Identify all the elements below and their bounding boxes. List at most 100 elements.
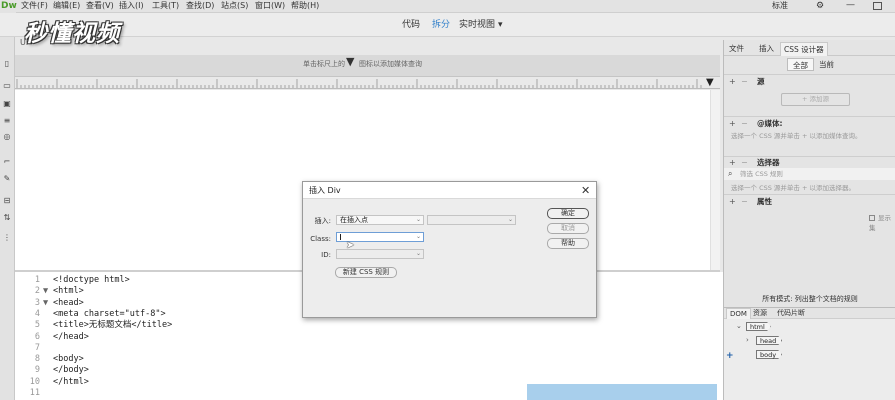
file-icon[interactable]: ▭ [2,81,12,91]
chevron-right-icon[interactable]: › [746,336,749,345]
fold-arrow-icon[interactable]: ▼ [43,286,48,297]
add-source-icon[interactable]: + [729,76,736,88]
ok-button[interactable]: 确定 [547,208,589,219]
workspace-switcher[interactable]: 标准 [772,0,788,12]
class-label: Class: [310,235,331,243]
tab-files[interactable]: 文件 [726,42,747,56]
ruler[interactable]: ▼ [15,76,720,89]
chevron-down-icon[interactable]: ⌄ [736,322,742,331]
more-icon[interactable]: ⋮ [2,233,12,243]
code-view-button[interactable]: 代码 [402,13,420,37]
code-line[interactable]: 6 </head> [15,332,715,343]
format-icon[interactable]: ≡ [2,116,12,126]
line-number: 2 [34,286,40,297]
show-set-toggle[interactable]: 显示集 [869,213,895,233]
dialog-title: 插入 Div [309,186,341,195]
menu-bar: Dw 文件(F) 编辑(E) 查看(V) 插入(I) 工具(T) 查找(D) 站… [0,0,895,13]
code-line[interactable]: 9 </body> [15,365,715,376]
add-media-icon[interactable]: + [729,118,736,130]
code-text[interactable]: <body> [53,354,84,365]
tab-dom[interactable]: DOM [726,308,751,319]
media-query-marker-icon[interactable]: ▼ [346,56,354,68]
tab-insert[interactable]: 插入 [756,42,777,56]
remove-media-icon[interactable]: − [741,118,748,130]
menu-edit[interactable]: 编辑(E) [53,0,80,12]
minimize-icon[interactable]: — [846,0,855,11]
move-icon[interactable]: ⇅ [2,213,12,223]
tab-current[interactable]: 当前 [814,58,839,71]
selector-filter[interactable]: ⌕ 筛选 CSS 规则 [724,168,895,180]
menu-help[interactable]: 帮助(H) [291,0,319,12]
split-view-button[interactable]: 拆分 [432,13,450,37]
video-watermark: 秒懂视频 [24,21,120,47]
add-property-icon[interactable]: + [729,196,736,208]
snippet-icon[interactable]: ⊟ [2,196,12,206]
dialog-titlebar: 插入 Div ✕ [303,182,596,199]
code-text[interactable]: <html> [53,286,84,297]
code-text[interactable]: <title>无标题文档</title> [53,320,172,331]
properties-title: 属性 [757,197,772,206]
show-set-checkbox[interactable] [869,215,875,221]
new-css-rule-button[interactable]: 新建 CSS 规则 [335,267,397,278]
insert-position-select[interactable]: 在插入点 ⌄ [336,215,424,225]
menu-find[interactable]: 查找(D) [186,0,214,12]
design-scrollbar[interactable] [710,90,720,270]
dom-node-head[interactable]: head [756,336,783,345]
selector-filter-input[interactable]: 筛选 CSS 规则 [740,168,783,180]
dom-node-body[interactable]: body [756,350,783,359]
help-button[interactable]: 帮助 [547,238,589,249]
code-line[interactable]: 5 <title>无标题文档</title> [15,320,715,331]
code-text[interactable]: <meta charset="utf-8"> [53,309,166,320]
add-element-icon[interactable]: + [726,351,734,361]
target-icon[interactable]: ◎ [2,132,12,142]
insert-position-value: 在插入点 [340,216,368,224]
media-title: @媒体: [757,119,783,128]
code-line[interactable]: 7 [15,343,715,354]
code-text[interactable]: </head> [53,332,89,343]
dom-node-html[interactable]: html [746,322,771,331]
gear-icon[interactable]: ⚙ [816,0,824,12]
maximize-icon[interactable] [873,2,882,10]
code-text[interactable]: <head> [53,298,84,309]
tab-css-designer[interactable]: CSS 设计器 [780,42,828,56]
line-number: 1 [34,275,40,285]
chevron-down-icon[interactable]: ▾ [498,13,503,37]
cancel-button[interactable]: 取消 [547,223,589,234]
menu-tools[interactable]: 工具(T) [152,0,179,12]
selectors-hint: 选择一个 CSS 源并单击 + 以添加选择器。 [731,184,856,192]
code-text[interactable]: <!doctype html> [53,275,130,286]
mouse-cursor-icon: ➤ [346,240,355,251]
code-text[interactable]: </html> [53,377,89,388]
brush-icon[interactable]: ✎ [2,174,12,184]
menu-site[interactable]: 站点(S) [221,0,248,12]
menu-view[interactable]: 查看(V) [86,0,114,12]
wrap-icon[interactable]: ⌐ [2,157,12,167]
add-source-button[interactable]: + 添加源 [781,93,850,106]
tab-snippets[interactable]: 代码片断 [774,308,808,319]
menu-file[interactable]: 文件(F) [21,0,48,12]
line-number: 8 [34,354,40,365]
media-query-hint-right: 图标以添加媒体查询 [359,60,422,68]
menu-window[interactable]: 窗口(W) [255,0,285,12]
menu-insert[interactable]: 插入(I) [119,0,144,12]
media-query-bar[interactable]: 单击标尺上的 ▼ 图标以添加媒体查询 [15,55,720,76]
overlay-banner [527,384,717,400]
insert-target-select[interactable]: ⌄ [427,215,516,225]
remove-source-icon[interactable]: − [741,76,748,88]
id-label: ID: [321,251,331,259]
tab-all[interactable]: 全部 [787,58,814,71]
remove-property-icon[interactable]: − [741,196,748,208]
inspect-icon[interactable]: ▣ [2,99,12,109]
css-designer-panel: 文件 插入 CSS 设计器 全部 当前 + − 源 + 添加源 + − @媒体:… [723,40,895,400]
code-text[interactable]: </body> [53,365,89,376]
live-view-button[interactable]: 实时视图 [459,13,495,37]
ruler-end-marker-icon[interactable]: ▼ [706,77,714,88]
tab-assets[interactable]: 资源 [750,308,770,319]
properties-section: + − 属性 [724,194,895,292]
close-icon[interactable]: ✕ [581,182,590,199]
fold-arrow-icon[interactable]: ▼ [43,298,48,309]
mode-status: 所有模式: 列出整个文档的规则 [762,295,858,303]
code-line[interactable]: 8 <body> [15,354,715,365]
media-query-hint-left: 单击标尺上的 [303,60,345,68]
open-documents-icon[interactable]: ▯ [2,59,12,69]
